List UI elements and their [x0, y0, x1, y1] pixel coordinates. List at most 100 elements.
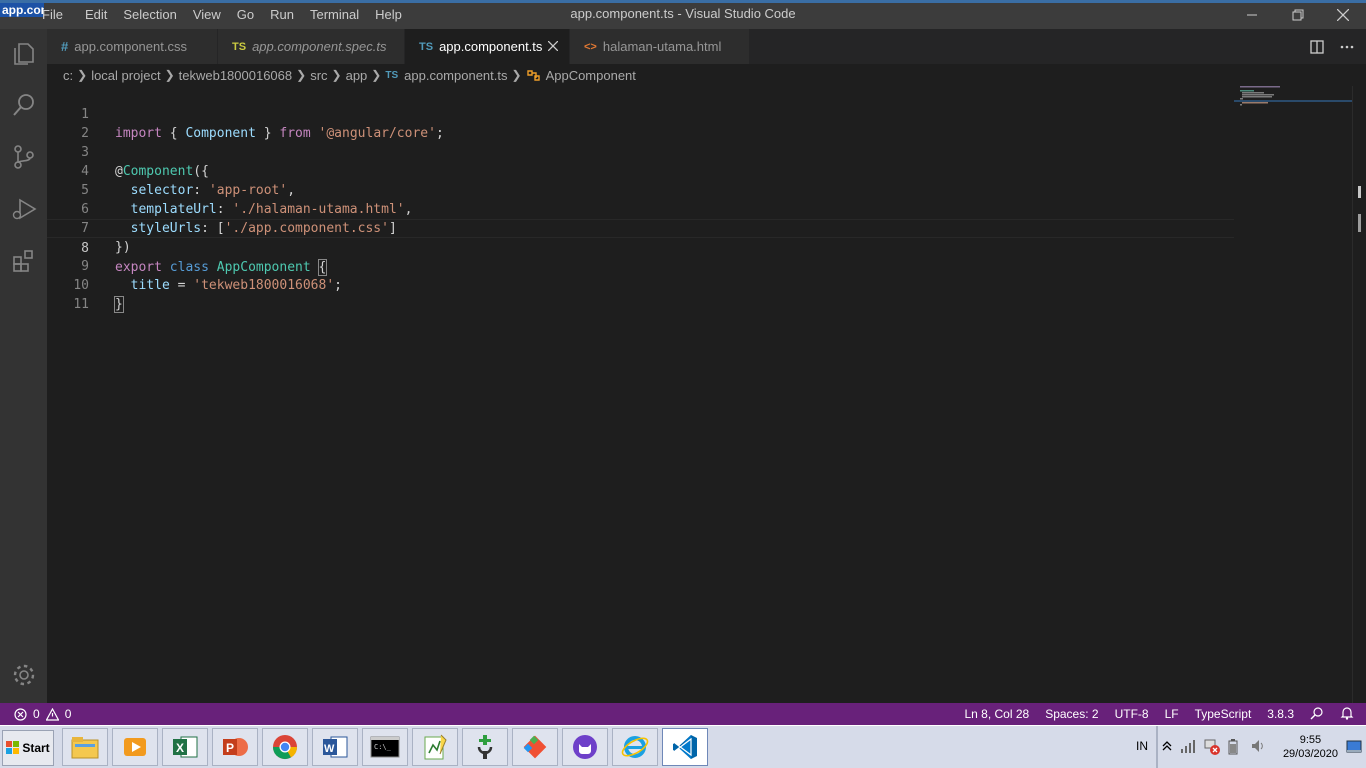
explorer-icon [13, 43, 34, 65]
encoding[interactable]: UTF-8 [1115, 707, 1149, 721]
more-actions-icon[interactable] [1340, 40, 1354, 54]
search-button[interactable] [0, 81, 47, 129]
svg-text:C:\_: C:\_ [374, 743, 392, 751]
menu-terminal[interactable]: Terminal [310, 5, 369, 25]
error-count: 0 [33, 707, 40, 721]
split-editor-icon[interactable] [1310, 39, 1324, 54]
status-bar: 0 0 Ln 8, Col 28 Spaces: 2 UTF-8 LF Type… [0, 703, 1366, 725]
code-editor[interactable]: 1 import { Component } from '@angular/co… [47, 86, 1234, 703]
run-debug-button[interactable] [0, 185, 47, 233]
close-window-button[interactable] [1320, 0, 1366, 29]
tab-app-component-spec-ts[interactable]: TS app.component.spec.ts [218, 29, 405, 64]
svg-text:X: X [176, 741, 184, 755]
network-error-icon[interactable] [1203, 738, 1221, 756]
tab-app-component-ts[interactable]: TS app.component.ts [405, 29, 570, 64]
taskbar-vscode[interactable] [662, 728, 708, 766]
problems-indicator[interactable]: 0 0 [14, 703, 71, 725]
battery-icon[interactable] [1227, 738, 1239, 756]
menu-run[interactable]: Run [270, 5, 304, 25]
explorer-button[interactable] [0, 29, 47, 77]
vscode-icon [673, 735, 697, 759]
ts-version[interactable]: 3.8.3 [1267, 707, 1294, 721]
chevron-right-icon: ❯ [371, 68, 382, 82]
breadcrumb-item[interactable]: tekweb1800016068 [179, 68, 293, 83]
taskbar-excel[interactable]: X [162, 728, 208, 766]
indentation[interactable]: Spaces: 2 [1045, 707, 1098, 721]
code-text: } [114, 296, 124, 313]
tab-close-button[interactable] [545, 38, 561, 54]
search-icon [12, 94, 34, 116]
menu-bar: File Edit Selection View Go Run Terminal… [42, 5, 412, 25]
download-icon [477, 735, 493, 759]
settings-gear-icon [13, 664, 34, 686]
taskbar-cmd[interactable]: C:\_ [362, 728, 408, 766]
extensions-button[interactable] [0, 237, 47, 285]
menu-go[interactable]: Go [237, 5, 264, 25]
status-right: Ln 8, Col 28 Spaces: 2 UTF-8 LF TypeScri… [948, 703, 1354, 725]
code-line: 3 @Component({ [47, 124, 1234, 179]
taskbar-word[interactable]: W [312, 728, 358, 766]
menu-edit[interactable]: Edit [85, 5, 117, 25]
taskbar-chrome[interactable] [262, 728, 308, 766]
taskbar-file-explorer[interactable] [62, 728, 108, 766]
html-file-icon: <> [584, 40, 597, 53]
taskbar-powerpoint[interactable]: P [212, 728, 258, 766]
taskbar-internet-explorer[interactable] [612, 728, 658, 766]
tab-app-component-css[interactable]: # app.component.css [47, 29, 218, 64]
minimize-button[interactable] [1229, 0, 1275, 29]
tab-halaman-utama-html[interactable]: <> halaman-utama.html [570, 29, 750, 64]
chrome-icon [273, 735, 297, 760]
excel-icon: X [173, 736, 198, 758]
start-label: Start [22, 741, 50, 755]
editor-actions [1310, 29, 1354, 64]
powerpoint-icon: P [223, 738, 248, 756]
cmd-icon: C:\_ [370, 736, 400, 758]
notifications-button[interactable] [1340, 706, 1354, 723]
taskbar-github-desktop[interactable] [562, 728, 608, 766]
menu-selection[interactable]: Selection [123, 5, 186, 25]
ts-file-icon: TS [385, 69, 399, 81]
code-line: 1 import { Component } from '@angular/co… [47, 86, 1234, 141]
volume-icon[interactable] [1250, 738, 1266, 754]
restore-button[interactable] [1275, 0, 1321, 29]
start-button[interactable]: Start [2, 730, 54, 766]
settings-button[interactable] [0, 651, 47, 699]
code-line: 11 [47, 276, 1234, 312]
end-of-line[interactable]: LF [1165, 707, 1179, 721]
breadcrumb-item[interactable]: local project [91, 68, 160, 83]
taskbar-notepad-plus[interactable] [412, 728, 458, 766]
menu-help[interactable]: Help [375, 5, 412, 25]
taskbar-download-manager[interactable] [462, 728, 508, 766]
source-control-button[interactable] [0, 133, 47, 181]
show-desktop-icon[interactable] [1346, 740, 1362, 754]
language-mode[interactable]: TypeScript [1195, 707, 1252, 721]
windows-logo-icon [6, 741, 20, 754]
taskbar-git[interactable] [512, 728, 558, 766]
taskbar: Start X P W C:\_ IN 9:55 29/03/2020 [0, 725, 1366, 768]
network-signal-icon[interactable] [1180, 738, 1198, 754]
run-debug-icon [12, 198, 37, 220]
vertical-scrollbar[interactable] [1352, 86, 1366, 703]
breadcrumb-item[interactable]: AppComponent [546, 68, 636, 83]
menu-file[interactable]: File [42, 5, 73, 25]
cursor-position[interactable]: Ln 8, Col 28 [964, 707, 1029, 721]
clock[interactable]: 9:55 29/03/2020 [1283, 733, 1338, 761]
breadcrumb-item[interactable]: src [310, 68, 327, 83]
breadcrumb-item[interactable]: app.component.ts [404, 68, 507, 83]
class-symbol-icon [526, 70, 540, 81]
breadcrumb-item[interactable]: app [346, 68, 368, 83]
breadcrumb-item[interactable]: c: [63, 68, 73, 83]
line-number: 11 [73, 297, 89, 312]
feedback-button[interactable] [1310, 706, 1324, 723]
window-accent-line [0, 0, 1366, 3]
show-hidden-icons-icon[interactable] [1162, 740, 1172, 752]
taskbar-media-player[interactable] [112, 728, 158, 766]
language-indicator[interactable]: IN [1136, 739, 1148, 753]
menu-view[interactable]: View [193, 5, 231, 25]
code-line: 9 title = 'tekweb1800016068'; [47, 238, 1234, 293]
chevron-right-icon: ❯ [77, 68, 88, 82]
restore-icon [1292, 9, 1304, 20]
minimap[interactable] [1234, 86, 1352, 703]
svg-text:W: W [324, 743, 335, 755]
code-line: 5 templateUrl: './halaman-utama.html', [47, 162, 1234, 217]
